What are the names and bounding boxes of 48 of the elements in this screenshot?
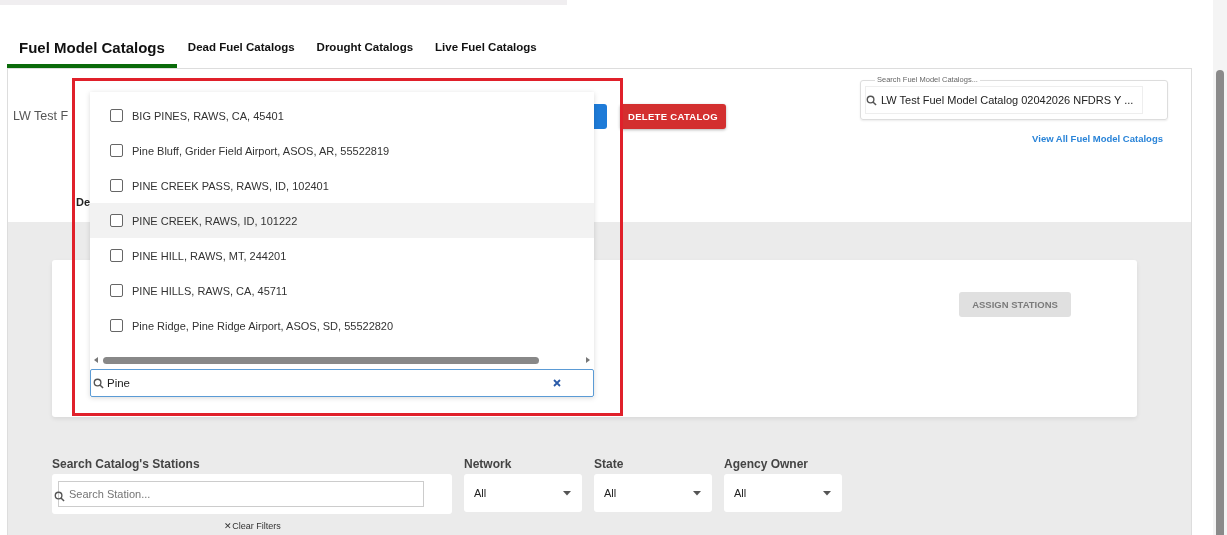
caret-icon: [563, 490, 571, 496]
tab[interactable]: Fuel Model Catalogs: [7, 30, 177, 68]
clear-filters-button[interactable]: ✕Clear Filters: [53, 521, 452, 531]
option-label: PINE CREEK, RAWS, ID, 101222: [132, 214, 298, 227]
caret-icon: [693, 490, 701, 496]
delete-catalog-button[interactable]: DELETE CATALOG: [620, 103, 726, 129]
caret-icon: [823, 490, 831, 496]
checkbox[interactable]: [110, 319, 123, 332]
scroll-right-icon[interactable]: [585, 357, 590, 363]
section-label: De: [76, 196, 92, 208]
checkbox[interactable]: [110, 249, 123, 262]
dropdown-option[interactable]: PINE CREEK, RAWS, ID, 101222: [90, 203, 594, 238]
station-search-field[interactable]: Search Station...: [52, 474, 452, 514]
option-label: Pine Bluff, Grider Field Airport, ASOS, AR, 55522819: [132, 144, 390, 157]
search-icon: [93, 378, 104, 389]
scroll-left-icon[interactable]: [94, 357, 99, 363]
option-label: Pine Ridge, Pine Ridge Airport, ASOS, SD, 55522820: [132, 319, 394, 332]
checkbox[interactable]: [110, 284, 123, 297]
tab[interactable]: Live Fuel Catalogs: [424, 30, 548, 68]
tab[interactable]: Drought Catalogs: [305, 30, 425, 68]
checkbox[interactable]: [110, 144, 123, 157]
field-label: Search Catalog's Stations: [52, 457, 201, 471]
dropdown-option[interactable]: PINE HILL, RAWS, MT, 244201: [90, 238, 594, 273]
option-label: PINE HILL, RAWS, MT, 244201: [132, 249, 287, 262]
field-label: Network: [464, 457, 513, 471]
option-label: BIG PINES, RAWS, CA, 45401: [132, 109, 284, 122]
option-label: PINE CREEK PASS, RAWS, ID, 102401: [132, 179, 329, 192]
field-label: Agency Owner: [724, 457, 810, 471]
dropdown-option[interactable]: PINE HILLS, RAWS, CA, 45711: [90, 273, 594, 308]
dropdown-option[interactable]: Pine Bluff, Grider Field Airport, ASOS, AR, 55522819: [90, 133, 594, 168]
filter-select[interactable]: All: [724, 474, 842, 512]
checkbox[interactable]: [110, 179, 123, 192]
vertical-scrollbar[interactable]: [1213, 0, 1227, 535]
dropdown-search-field[interactable]: Pine: [90, 369, 594, 397]
field-label: State: [594, 457, 625, 471]
option-label: PINE HILLS, RAWS, CA, 45711: [132, 284, 288, 297]
filter-select[interactable]: All: [594, 474, 712, 512]
tab[interactable]: Dead Fuel Catalogs: [176, 30, 306, 68]
dropdown-option[interactable]: BIG PINES, RAWS, CA, 45401: [90, 98, 594, 133]
checkbox[interactable]: [110, 214, 123, 227]
search-icon: [866, 94, 877, 106]
close-icon[interactable]: [553, 379, 561, 387]
filter-select[interactable]: All: [464, 474, 582, 512]
dropdown-option[interactable]: PINE CREEK PASS, RAWS, ID, 102401: [90, 168, 594, 203]
dropdown-option[interactable]: Pine Ridge, Pine Ridge Airport, ASOS, SD, 55522820: [90, 308, 594, 343]
checkbox[interactable]: [110, 109, 123, 122]
catalog-title: LW Test F: [13, 109, 69, 123]
view-all-link[interactable]: View All Fuel Model Catalogs: [1032, 133, 1163, 144]
